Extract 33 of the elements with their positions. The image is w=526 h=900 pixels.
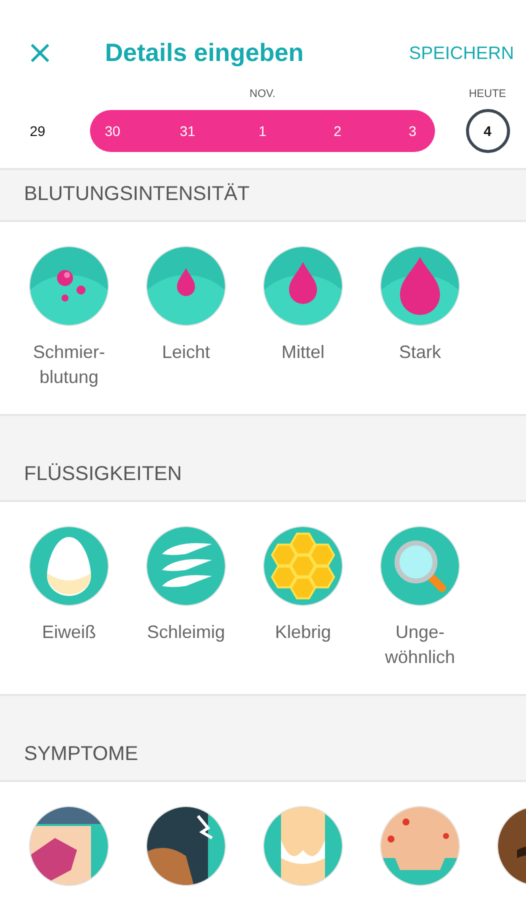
option-label: Leicht: [160, 341, 212, 364]
egg-icon[interactable]: [29, 526, 109, 606]
month-label: NOV.: [248, 88, 276, 100]
section-header: SYMPTOME: [0, 694, 526, 782]
section-header: FLÜSSIGKEITEN: [0, 414, 526, 502]
period-day[interactable]: 30: [90, 110, 150, 152]
light-icon[interactable]: [146, 246, 226, 326]
waves-icon[interactable]: [146, 526, 226, 606]
honeycomb-icon[interactable]: [263, 526, 343, 606]
close-icon[interactable]: [30, 43, 50, 63]
option-label: Klebrig: [274, 621, 332, 644]
spotting-icon[interactable]: [29, 246, 109, 326]
bra-icon[interactable]: [263, 806, 343, 886]
calendar-day[interactable]: 29: [0, 110, 75, 152]
heavy-icon[interactable]: [380, 246, 460, 326]
hotwater-icon[interactable]: [29, 806, 109, 886]
option-label: Stark: [398, 341, 442, 364]
today-label: HEUTE: [468, 88, 508, 100]
save-button[interactable]: SPEICHERN: [408, 42, 514, 64]
screen-title: Details eingeben: [105, 38, 304, 68]
period-day[interactable]: 3: [375, 110, 435, 152]
option-label: Schleimig: [146, 621, 226, 644]
period-day[interactable]: 31: [150, 110, 225, 152]
chin-icon[interactable]: [380, 806, 460, 886]
option-label: Schmier-blutung: [32, 341, 106, 389]
option-label: Eiweiß: [40, 621, 97, 644]
head-icon[interactable]: [146, 806, 226, 886]
medium-icon[interactable]: [263, 246, 343, 326]
magnifier-icon[interactable]: [380, 526, 460, 606]
period-day[interactable]: 2: [300, 110, 375, 152]
option-label: Unge-wöhnlich: [384, 621, 456, 669]
section-header: BLUTUNGSINTENSITÄT: [0, 170, 526, 222]
option-label: Mittel: [280, 341, 326, 364]
